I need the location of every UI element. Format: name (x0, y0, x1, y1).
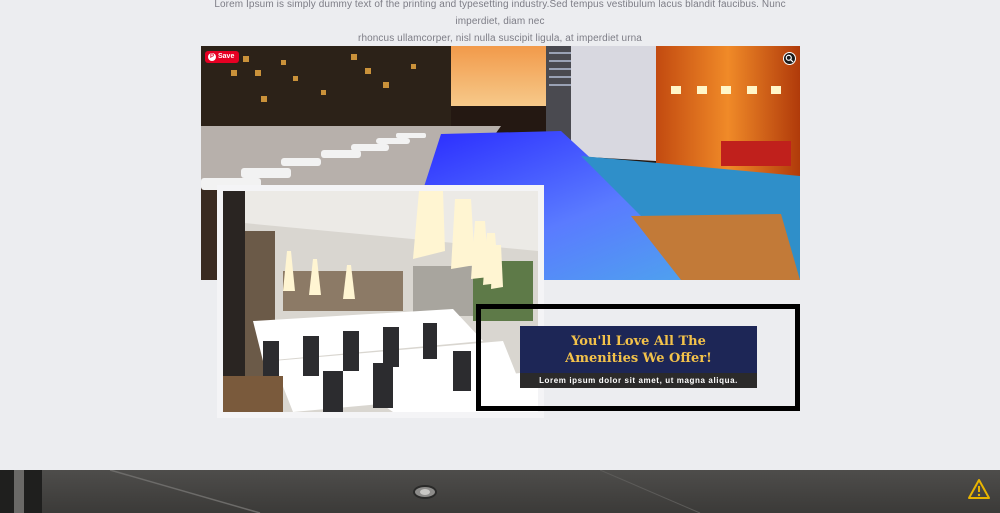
save-label: Save (218, 53, 235, 60)
amenities-title-box: You'll Love All The Amenities We Offer! (520, 326, 757, 373)
pinterest-save-button[interactable]: P Save (205, 51, 240, 63)
warning-triangle-icon (968, 479, 990, 499)
visual-search-button[interactable] (783, 52, 796, 65)
pinterest-icon: P (208, 53, 216, 61)
scroll-to-top-button[interactable] (967, 478, 991, 500)
intro-line-1: Lorem Ipsum is simply dummy text of the … (214, 0, 786, 27)
next-section-photo (0, 470, 1000, 513)
intro-line-2: rhoncus ullamcorper, nisl nulla suscipit… (358, 33, 642, 44)
ceiling-spotlight (413, 485, 437, 499)
lens-icon (785, 54, 794, 63)
intro-text: Lorem Ipsum is simply dummy text of the … (200, 0, 800, 47)
ceiling-lines (109, 470, 701, 513)
amenities-subtitle: Lorem ipsum dolor sit amet, ut magna ali… (520, 373, 757, 388)
amenities-title: You'll Love All The Amenities We Offer! (565, 333, 712, 366)
